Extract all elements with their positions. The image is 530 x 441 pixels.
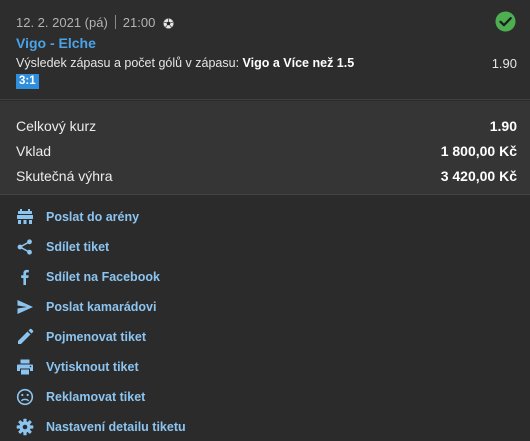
summary-row-actual-win: Skutečná výhra 3 420,00 Kč <box>16 166 517 186</box>
action-print-ticket[interactable]: Vytisknout tiket <box>0 352 530 382</box>
action-label: Poslat kamarádovi <box>46 300 157 314</box>
pencil-icon <box>16 328 34 346</box>
action-label: Sdílet na Facebook <box>46 270 160 284</box>
market-description: Výsledek zápasu a počet gólů v zápasu: V… <box>16 56 354 70</box>
match-name[interactable]: Vigo - Elche <box>16 35 96 51</box>
check-circle-icon <box>495 11 516 32</box>
action-label: Sdílet tiket <box>46 240 110 254</box>
ticket-actions: Poslat do arény Sdílet tiket Sdílet na F… <box>0 196 530 441</box>
action-send-to-friend[interactable]: Poslat kamarádovi <box>0 292 530 322</box>
selection-odds: 1.90 <box>491 56 517 71</box>
market-selection: Vigo a Více než 1.5 <box>242 56 355 70</box>
action-label: Pojmenovat tiket <box>46 330 147 344</box>
summary-label: Skutečná výhra <box>16 168 113 184</box>
score-badge: 3:1 <box>16 74 39 89</box>
arena-icon <box>16 208 34 226</box>
bet-time: 21:00 <box>122 14 156 30</box>
summary-value: 1 800,00 Kč <box>440 143 517 159</box>
summary-label: Vklad <box>16 143 52 159</box>
send-icon <box>16 298 34 316</box>
sad-face-icon <box>16 388 34 406</box>
action-label: Vytisknout tiket <box>46 360 139 374</box>
bet-detail: 12. 2. 2021 (pá) 21:00 Vigo - Elche Výsl… <box>0 0 530 100</box>
market-name: Výsledek zápasu a počet gólů v zápasu: <box>16 56 243 70</box>
bet-meta: 12. 2. 2021 (pá) 21:00 <box>16 13 174 31</box>
gear-icon <box>16 418 34 436</box>
action-share-ticket[interactable]: Sdílet tiket <box>0 232 530 262</box>
action-claim-ticket[interactable]: Reklamovat tiket <box>0 382 530 412</box>
printer-icon <box>16 358 34 376</box>
football-icon <box>163 17 174 29</box>
summary-row-stake: Vklad 1 800,00 Kč <box>16 141 517 161</box>
summary-value: 3 420,00 Kč <box>440 168 517 184</box>
ticket-summary: Celkový kurz 1.90 Vklad 1 800,00 Kč Skut… <box>0 101 530 195</box>
share-icon <box>16 238 34 256</box>
action-ticket-detail-settings[interactable]: Nastavení detailu tiketu <box>0 412 530 441</box>
facebook-icon <box>16 268 34 286</box>
action-label: Nastavení detailu tiketu <box>46 420 186 434</box>
summary-label: Celkový kurz <box>16 118 97 134</box>
bet-date: 12. 2. 2021 (pá) <box>16 14 108 30</box>
summary-value: 1.90 <box>489 118 517 134</box>
summary-row-total-odds: Celkový kurz 1.90 <box>16 116 517 136</box>
action-name-ticket[interactable]: Pojmenovat tiket <box>0 322 530 352</box>
action-label: Poslat do arény <box>46 210 140 224</box>
action-label: Reklamovat tiket <box>46 390 146 404</box>
action-send-to-arena[interactable]: Poslat do arény <box>0 202 530 232</box>
action-share-facebook[interactable]: Sdílet na Facebook <box>0 262 530 292</box>
meta-divider <box>114 15 116 29</box>
